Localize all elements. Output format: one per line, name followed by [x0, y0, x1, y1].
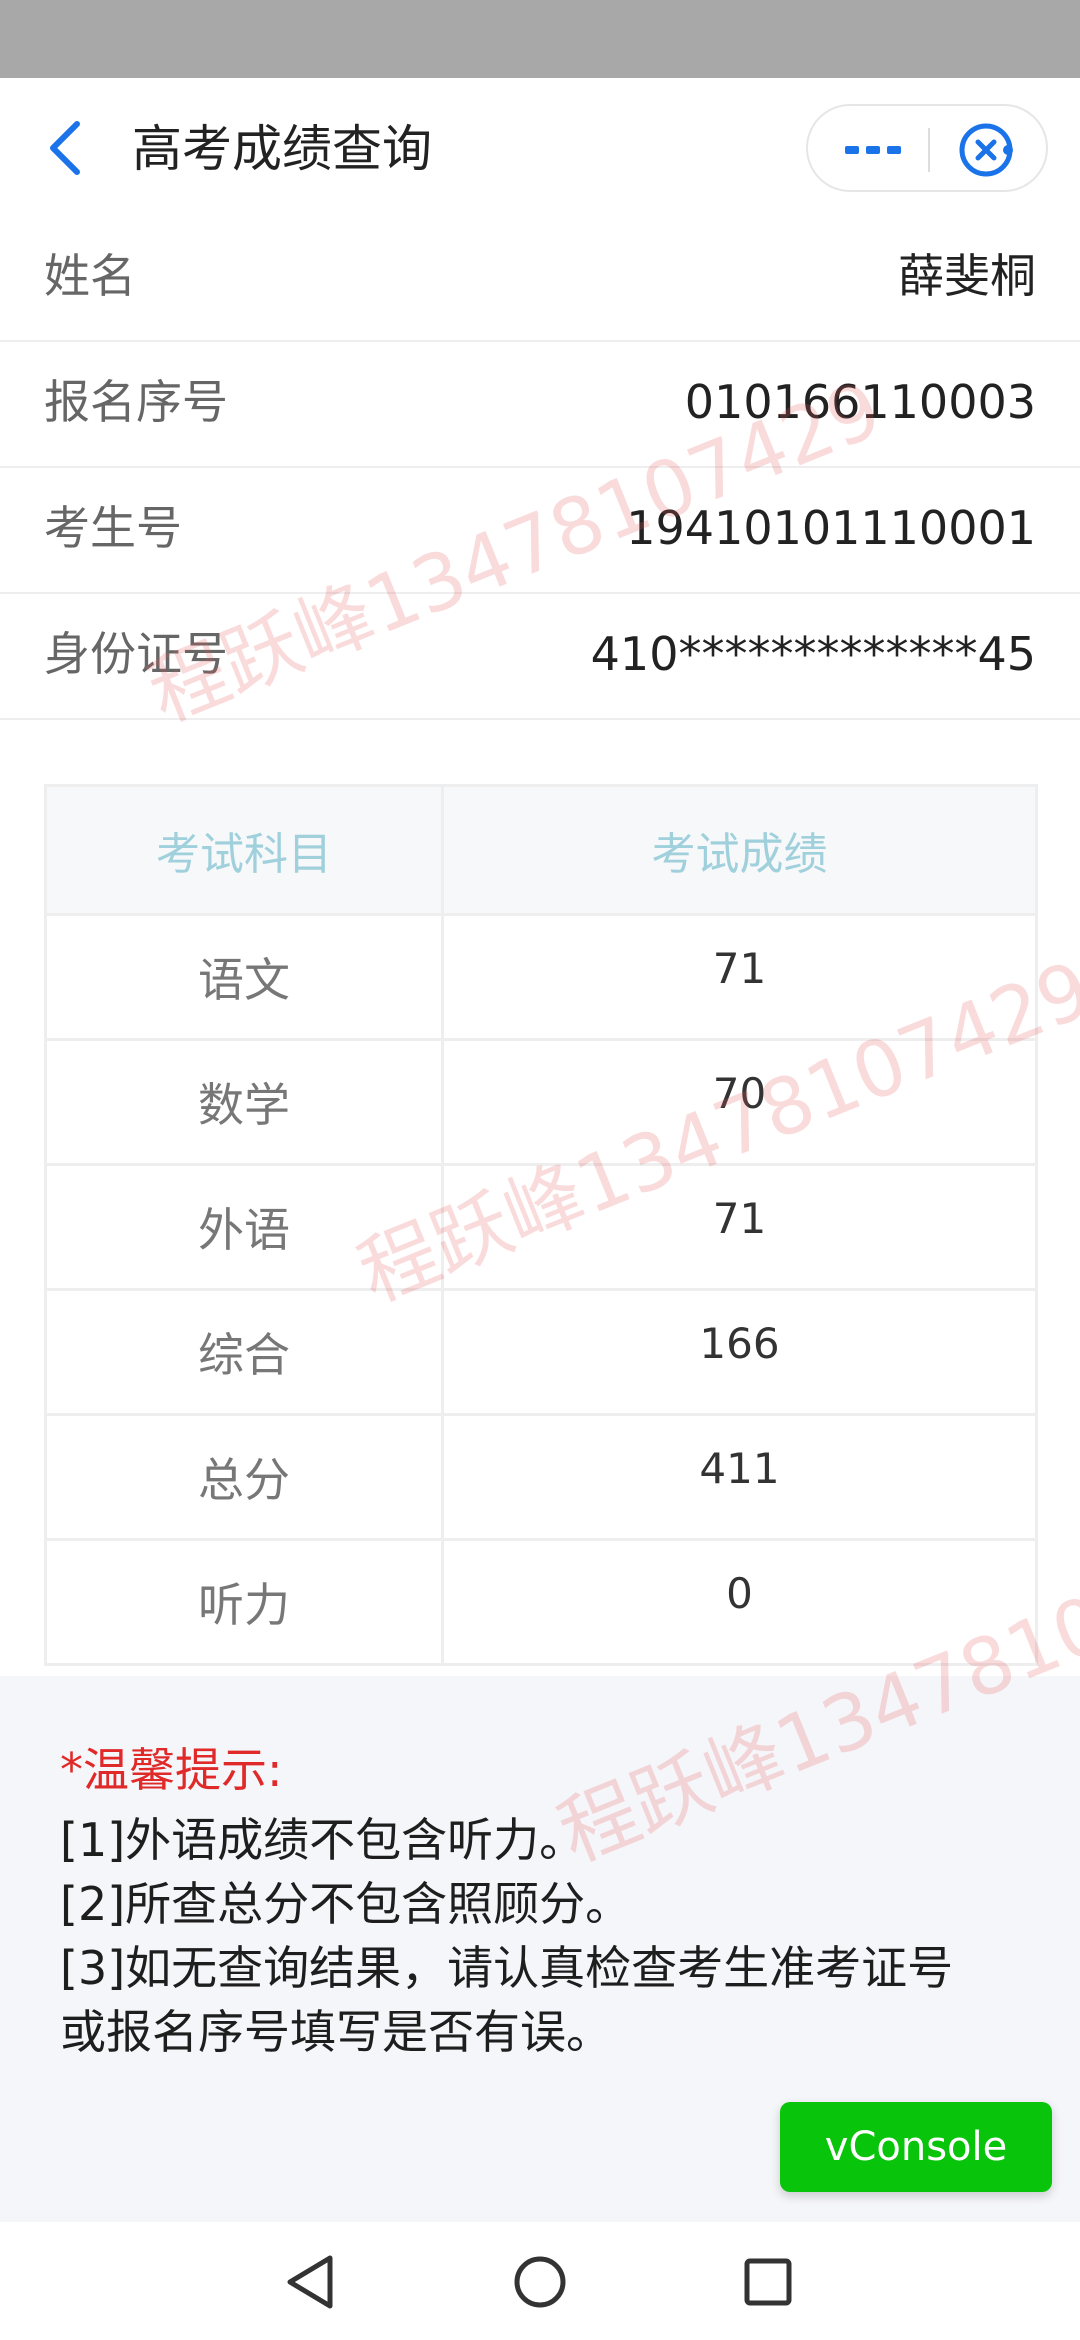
table-row: 听力 0: [44, 1538, 1038, 1666]
circle-home-icon: [514, 2256, 566, 2308]
info-label: 姓名: [44, 249, 136, 303]
info-label: 报名序号: [44, 375, 228, 429]
column-header-score: 考试成绩: [441, 784, 1038, 916]
tips-panel: *温馨提示: [1]外语成绩不包含听力。 [2]所查总分不包含照顾分。 [3]如…: [0, 1676, 1080, 2222]
column-header-subject: 考试科目: [44, 784, 444, 916]
system-back-button[interactable]: [278, 2250, 342, 2314]
score-cell: 71: [441, 913, 1038, 1041]
more-button[interactable]: [838, 128, 908, 172]
page-title: 高考成绩查询: [132, 120, 432, 178]
info-row-id-number: 身份证号 410*************45: [0, 594, 1080, 720]
score-cell: 70: [441, 1038, 1038, 1166]
close-button[interactable]: [954, 120, 1018, 180]
subject-cell: 外语: [44, 1163, 444, 1291]
subject-cell: 总分: [44, 1413, 444, 1541]
more-dots-icon: [845, 146, 901, 154]
info-row-registration-number: 报名序号 010166110003: [0, 342, 1080, 468]
score-table: 考试科目 考试成绩 语文 71 数学 70 外语 71 综合 166 总分 41…: [44, 784, 1038, 1666]
info-value: 010166110003: [684, 375, 1036, 429]
tip-line: 或报名序号填写是否有误。: [60, 2005, 612, 2059]
score-cell: 166: [441, 1288, 1038, 1416]
info-label: 身份证号: [44, 627, 228, 681]
nav-bar: 高考成绩查询: [0, 78, 1080, 216]
square-recents-icon: [744, 2258, 792, 2306]
candidate-info-list: 姓名 薛斐桐 报名序号 010166110003 考生号 19410101110…: [0, 216, 1080, 720]
tip-line: [1]外语成绩不包含听力。: [60, 1813, 586, 1867]
subject-cell: 综合: [44, 1288, 444, 1416]
table-row: 综合 166: [44, 1288, 1038, 1416]
back-button[interactable]: [40, 118, 90, 178]
system-navigation-bar: [0, 2222, 1080, 2340]
triangle-back-icon: [287, 2255, 333, 2309]
info-row-candidate-number: 考生号 19410101110001: [0, 468, 1080, 594]
status-bar: [0, 0, 1080, 78]
subject-cell: 数学: [44, 1038, 444, 1166]
tips-title: *温馨提示:: [60, 1743, 283, 1797]
info-value: 19410101110001: [626, 501, 1036, 555]
score-cell: 71: [441, 1163, 1038, 1291]
vconsole-button[interactable]: vConsole: [780, 2102, 1052, 2192]
info-label: 考生号: [44, 501, 182, 555]
info-value: 410*************45: [590, 627, 1036, 681]
system-recents-button[interactable]: [736, 2250, 800, 2314]
score-cell: 411: [441, 1413, 1038, 1541]
close-circle-icon: [959, 123, 1013, 177]
info-value: 薛斐桐: [898, 249, 1036, 303]
subject-cell: 听力: [44, 1538, 444, 1666]
score-cell: 0: [441, 1538, 1038, 1666]
table-header-row: 考试科目 考试成绩: [44, 784, 1038, 916]
chevron-left-icon: [50, 121, 80, 175]
subject-cell: 语文: [44, 913, 444, 1041]
tip-line: [2]所查总分不包含照顾分。: [60, 1877, 632, 1931]
capsule-divider: [928, 128, 930, 172]
table-row: 总分 411: [44, 1413, 1038, 1541]
mini-program-capsule: [806, 104, 1048, 192]
tip-line: [3]如无查询结果，请认真检查考生准考证号: [60, 1941, 954, 1995]
system-home-button[interactable]: [508, 2250, 572, 2314]
info-row-name: 姓名 薛斐桐: [0, 216, 1080, 342]
table-row: 语文 71: [44, 913, 1038, 1041]
table-row: 数学 70: [44, 1038, 1038, 1166]
table-row: 外语 71: [44, 1163, 1038, 1291]
